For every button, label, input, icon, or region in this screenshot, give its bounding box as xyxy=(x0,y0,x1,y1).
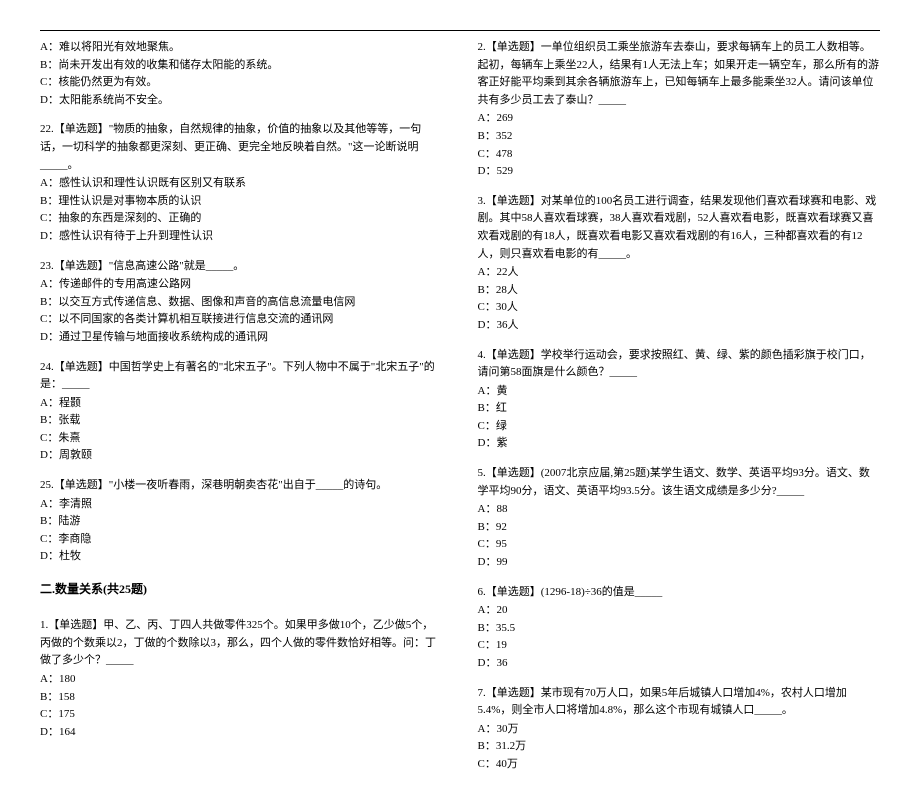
option-c: C：95 xyxy=(478,536,881,554)
section2-question-7: 7.【单选题】某市现有70万人口，如果5年后城镇人口增加4%，农村人口增加5.4… xyxy=(478,685,881,774)
question-text: 4.【单选题】学校举行运动会，要求按照红、黄、绿、紫的颜色插彩旗于校门口，请问第… xyxy=(478,347,881,382)
question-24: 24.【单选题】中国哲学史上有著名的"北宋五子"。下列人物中不属于"北宋五子"的… xyxy=(40,359,443,466)
option-b: B：尚未开发出有效的收集和储存太阳能的系统。 xyxy=(40,57,443,75)
question-text: 25.【单选题】"小楼一夜听春雨，深巷明朝卖杏花"出自于_____的诗句。 xyxy=(40,477,443,495)
option-c: C：朱熹 xyxy=(40,430,443,448)
option-a: A：黄 xyxy=(478,383,881,401)
option-a: A：88 xyxy=(478,501,881,519)
question-text: 5.【单选题】(2007北京应届,第25题)某学生语文、数学、英语平均93分。语… xyxy=(478,465,881,500)
option-c: C：19 xyxy=(478,637,881,655)
section2-question-2: 2.【单选题】一单位组织员工乘坐旅游车去泰山，要求每辆车上的员工人数相等。起初，… xyxy=(478,39,881,181)
option-d: D：36人 xyxy=(478,317,881,335)
option-b: B：张载 xyxy=(40,412,443,430)
section-2-header: 二.数量关系(共25题) xyxy=(40,580,443,599)
option-a: A：22人 xyxy=(478,264,881,282)
section2-question-1: 1.【单选题】甲、乙、丙、丁四人共做零件325个。如果甲多做10个，乙少做5个，… xyxy=(40,617,443,741)
option-d: D：529 xyxy=(478,163,881,181)
option-a: A：269 xyxy=(478,110,881,128)
question-21-continued: A：难以将阳光有效地聚焦。 B：尚未开发出有效的收集和储存太阳能的系统。 C：核… xyxy=(40,39,443,109)
question-25: 25.【单选题】"小楼一夜听春雨，深巷明朝卖杏花"出自于_____的诗句。 A：… xyxy=(40,477,443,566)
option-b: B：红 xyxy=(478,400,881,418)
option-d: D：杜牧 xyxy=(40,548,443,566)
option-b: B：理性认识是对事物本质的认识 xyxy=(40,193,443,211)
section2-question-6: 6.【单选题】(1296-18)÷36的值是_____ A：20 B：35.5 … xyxy=(478,584,881,673)
option-a: A：李清照 xyxy=(40,496,443,514)
question-text: 6.【单选题】(1296-18)÷36的值是_____ xyxy=(478,584,881,602)
option-c: C：478 xyxy=(478,146,881,164)
option-c: C：绿 xyxy=(478,418,881,436)
option-a: A：感性认识和理性认识既有区别又有联系 xyxy=(40,175,443,193)
option-c: C：175 xyxy=(40,706,443,724)
option-b: B：92 xyxy=(478,519,881,537)
option-b: B：陆游 xyxy=(40,513,443,531)
option-c: C：核能仍然更为有效。 xyxy=(40,74,443,92)
option-c: C：30人 xyxy=(478,299,881,317)
option-b: B：31.2万 xyxy=(478,738,881,756)
option-c: C：40万 xyxy=(478,756,881,774)
option-c: C：李商隐 xyxy=(40,531,443,549)
option-a: A：程颢 xyxy=(40,395,443,413)
option-d: D：通过卫星传输与地面接收系统构成的通讯网 xyxy=(40,329,443,347)
question-text: 22.【单选题】"物质的抽象，自然规律的抽象，价值的抽象以及其他等等，一句话，一… xyxy=(40,121,443,174)
question-23: 23.【单选题】"信息高速公路"就是_____。 A：传递邮件的专用高速公路网 … xyxy=(40,258,443,347)
question-22: 22.【单选题】"物质的抽象，自然规律的抽象，价值的抽象以及其他等等，一句话，一… xyxy=(40,121,443,245)
option-d: D：99 xyxy=(478,554,881,572)
option-d: D：紫 xyxy=(478,435,881,453)
section2-question-4: 4.【单选题】学校举行运动会，要求按照红、黄、绿、紫的颜色插彩旗于校门口，请问第… xyxy=(478,347,881,454)
option-d: D：太阳能系统尚不安全。 xyxy=(40,92,443,110)
option-a: A：20 xyxy=(478,602,881,620)
option-c: C：以不同国家的各类计算机相互联接进行信息交流的通讯网 xyxy=(40,311,443,329)
option-d: D：感性认识有待于上升到理性认识 xyxy=(40,228,443,246)
section2-question-5: 5.【单选题】(2007北京应届,第25题)某学生语文、数学、英语平均93分。语… xyxy=(478,465,881,572)
left-column: A：难以将阳光有效地聚焦。 B：尚未开发出有效的收集和储存太阳能的系统。 C：核… xyxy=(40,39,443,786)
question-text: 2.【单选题】一单位组织员工乘坐旅游车去泰山，要求每辆车上的员工人数相等。起初，… xyxy=(478,39,881,109)
option-a: A：难以将阳光有效地聚焦。 xyxy=(40,39,443,57)
option-b: B：352 xyxy=(478,128,881,146)
question-text: 3.【单选题】对某单位的100名员工进行调查，结果发现他们喜欢看球赛和电影、戏剧… xyxy=(478,193,881,263)
question-text: 7.【单选题】某市现有70万人口，如果5年后城镇人口增加4%，农村人口增加5.4… xyxy=(478,685,881,720)
option-d: D：周敦颐 xyxy=(40,447,443,465)
question-text: 24.【单选题】中国哲学史上有著名的"北宋五子"。下列人物中不属于"北宋五子"的… xyxy=(40,359,443,394)
option-d: D：164 xyxy=(40,724,443,742)
question-text: 23.【单选题】"信息高速公路"就是_____。 xyxy=(40,258,443,276)
option-b: B：35.5 xyxy=(478,620,881,638)
option-a: A：30万 xyxy=(478,721,881,739)
option-a: A：传递邮件的专用高速公路网 xyxy=(40,276,443,294)
option-b: B：28人 xyxy=(478,282,881,300)
option-b: B：158 xyxy=(40,689,443,707)
option-b: B：以交互方式传递信息、数据、图像和声音的高信息流量电信网 xyxy=(40,294,443,312)
right-column: 2.【单选题】一单位组织员工乘坐旅游车去泰山，要求每辆车上的员工人数相等。起初，… xyxy=(478,39,881,786)
question-text: 1.【单选题】甲、乙、丙、丁四人共做零件325个。如果甲多做10个，乙少做5个，… xyxy=(40,617,443,670)
section2-question-3: 3.【单选题】对某单位的100名员工进行调查，结果发现他们喜欢看球赛和电影、戏剧… xyxy=(478,193,881,335)
option-c: C：抽象的东西是深刻的、正确的 xyxy=(40,210,443,228)
option-a: A：180 xyxy=(40,671,443,689)
option-d: D：36 xyxy=(478,655,881,673)
